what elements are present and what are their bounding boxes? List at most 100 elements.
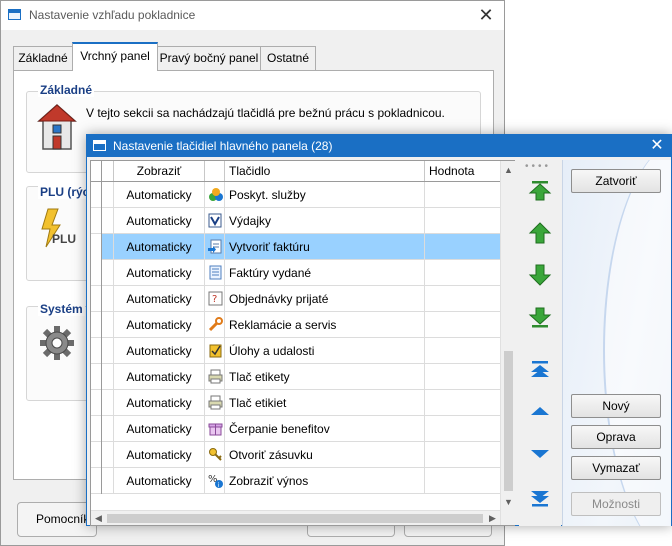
- table-row[interactable]: Automaticky Tlač etikety: [91, 364, 500, 390]
- button-name-cell[interactable]: Úlohy a udalosti: [225, 338, 425, 364]
- row-header[interactable]: [91, 416, 102, 442]
- options-button[interactable]: Možnosti: [571, 492, 661, 516]
- show-cell[interactable]: Automaticky: [114, 442, 205, 468]
- show-cell[interactable]: Automaticky: [114, 468, 205, 494]
- value-cell[interactable]: [425, 234, 500, 260]
- value-cell[interactable]: [425, 416, 500, 442]
- header-value[interactable]: Hodnota: [425, 161, 500, 181]
- scroll-up-icon[interactable]: [526, 399, 554, 425]
- row-header[interactable]: [91, 364, 102, 390]
- show-cell[interactable]: Automaticky: [114, 286, 205, 312]
- button-name-cell[interactable]: Tlač etikiet: [225, 390, 425, 416]
- table-row[interactable]: Automaticky Reklamácie a servis: [91, 312, 500, 338]
- value-cell[interactable]: [425, 286, 500, 312]
- show-cell[interactable]: Automaticky: [114, 338, 205, 364]
- value-cell[interactable]: [425, 338, 500, 364]
- close-icon[interactable]: ✕: [474, 5, 498, 25]
- show-cell[interactable]: Automaticky: [114, 390, 205, 416]
- svg-text:PLU: PLU: [52, 232, 76, 246]
- row-icon-cell: [205, 416, 225, 442]
- scroll-left-arrow-icon[interactable]: ◀: [91, 511, 106, 525]
- close-icon[interactable]: ✕: [647, 136, 667, 156]
- buttons-grid[interactable]: Zobraziť Tlačidlo Hodnota Automaticky Pos…: [90, 160, 515, 526]
- new-button[interactable]: Nový: [571, 394, 661, 418]
- horizontal-scrollbar[interactable]: ◀ ▶: [91, 510, 500, 525]
- value-cell[interactable]: [425, 208, 500, 234]
- show-cell[interactable]: Automaticky: [114, 416, 205, 442]
- scroll-bottom-icon[interactable]: [526, 485, 554, 511]
- move-down-green-icon[interactable]: [526, 262, 554, 288]
- move-bottom-green-icon[interactable]: [526, 305, 554, 331]
- grip-dots: ••••: [525, 161, 552, 172]
- show-cell[interactable]: Automaticky: [114, 260, 205, 286]
- table-row[interactable]: Automaticky Poskyt. služby: [91, 182, 500, 208]
- show-cell[interactable]: Automaticky: [114, 312, 205, 338]
- scroll-down-arrow-icon[interactable]: ▼: [501, 495, 516, 509]
- button-name-cell[interactable]: Vytvoriť faktúru: [225, 234, 425, 260]
- row-header[interactable]: [91, 234, 102, 260]
- help-button[interactable]: Pomocník: [17, 502, 97, 537]
- header-button[interactable]: Tlačidlo: [225, 161, 425, 181]
- row-header[interactable]: [91, 338, 102, 364]
- button-name-cell[interactable]: Výdajky: [225, 208, 425, 234]
- value-cell[interactable]: [425, 442, 500, 468]
- row-header[interactable]: [91, 286, 102, 312]
- plu-lightning-icon: PLU: [41, 208, 76, 248]
- row-header[interactable]: [91, 182, 102, 208]
- table-row[interactable]: Automaticky Tlač etikiet: [91, 390, 500, 416]
- table-row[interactable]: Automaticky Výdajky: [91, 208, 500, 234]
- grid-header: Zobraziť Tlačidlo Hodnota: [91, 161, 500, 182]
- scroll-top-icon[interactable]: [526, 357, 554, 383]
- edit-button[interactable]: Oprava: [571, 425, 661, 449]
- tab-vrchny-panel[interactable]: Vrchný panel: [72, 42, 158, 71]
- row-blank-cell: [102, 442, 114, 468]
- button-name-cell[interactable]: Zobraziť výnos: [225, 468, 425, 494]
- value-cell[interactable]: [425, 312, 500, 338]
- table-row[interactable]: Automaticky Otvoriť zásuvku: [91, 442, 500, 468]
- row-header[interactable]: [91, 390, 102, 416]
- tab-ostatne[interactable]: Ostatné: [260, 46, 316, 70]
- button-name-cell[interactable]: Poskyt. služby: [225, 182, 425, 208]
- value-cell[interactable]: [425, 364, 500, 390]
- tab-pravy-bocny-panel[interactable]: Pravý bočný panel: [157, 46, 261, 70]
- row-header[interactable]: [91, 442, 102, 468]
- close-button[interactable]: Zatvoriť: [571, 169, 661, 193]
- button-name-cell[interactable]: Tlač etikety: [225, 364, 425, 390]
- move-top-green-icon[interactable]: [526, 177, 554, 203]
- show-cell[interactable]: Automaticky: [114, 208, 205, 234]
- value-cell[interactable]: [425, 468, 500, 494]
- table-row[interactable]: Automaticky Faktúry vydané: [91, 260, 500, 286]
- row-blank-cell: [102, 364, 114, 390]
- row-header[interactable]: [91, 208, 102, 234]
- show-cell[interactable]: Automaticky: [114, 182, 205, 208]
- show-cell[interactable]: Automaticky: [114, 234, 205, 260]
- button-name-cell[interactable]: Objednávky prijaté: [225, 286, 425, 312]
- delete-button[interactable]: Vymazať: [571, 456, 661, 480]
- table-row[interactable]: Automaticky Úlohy a udalosti: [91, 338, 500, 364]
- horizontal-scroll-thumb[interactable]: [107, 514, 483, 523]
- table-row[interactable]: Automaticky% i Zobraziť výnos: [91, 468, 500, 494]
- scroll-right-arrow-icon[interactable]: ▶: [485, 511, 500, 525]
- button-name-cell[interactable]: Faktúry vydané: [225, 260, 425, 286]
- row-header[interactable]: [91, 468, 102, 494]
- value-cell[interactable]: [425, 390, 500, 416]
- header-show[interactable]: Zobraziť: [114, 161, 205, 181]
- tab-zakladne[interactable]: Základné: [13, 46, 73, 70]
- row-header[interactable]: [91, 260, 102, 286]
- row-header[interactable]: [91, 312, 102, 338]
- table-row[interactable]: Automaticky Čerpanie benefitov: [91, 416, 500, 442]
- value-cell[interactable]: [425, 182, 500, 208]
- svg-text:?: ?: [212, 294, 217, 305]
- value-cell[interactable]: [425, 260, 500, 286]
- show-cell[interactable]: Automaticky: [114, 364, 205, 390]
- button-name-cell[interactable]: Čerpanie benefitov: [225, 416, 425, 442]
- scroll-down-icon[interactable]: [526, 440, 554, 466]
- table-row[interactable]: Automaticky Vytvoriť faktúru: [91, 234, 500, 260]
- vertical-scrollbar[interactable]: ▲ ▼: [500, 161, 515, 525]
- button-name-cell[interactable]: Otvoriť zásuvku: [225, 442, 425, 468]
- table-row[interactable]: Automaticky? Objednávky prijaté: [91, 286, 500, 312]
- button-name-cell[interactable]: Reklamácie a servis: [225, 312, 425, 338]
- move-up-green-icon[interactable]: [526, 220, 554, 246]
- scroll-up-arrow-icon[interactable]: ▲: [501, 163, 516, 177]
- vertical-scroll-thumb[interactable]: [504, 351, 513, 491]
